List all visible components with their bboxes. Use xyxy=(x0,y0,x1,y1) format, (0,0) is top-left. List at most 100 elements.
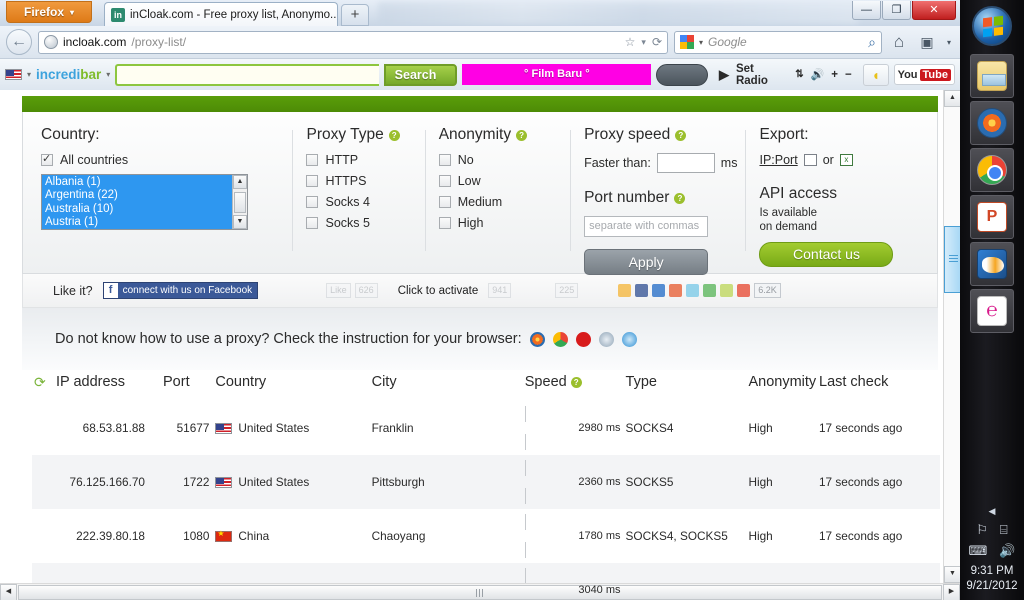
vertical-scrollbar-thumb[interactable] xyxy=(944,226,961,293)
scroll-down-icon[interactable]: ▼ xyxy=(233,215,247,229)
checkbox[interactable] xyxy=(306,154,319,166)
incredibar-pill-button[interactable] xyxy=(656,63,708,86)
share-icon-lime[interactable] xyxy=(720,284,734,297)
excel-export-icon[interactable]: x xyxy=(839,154,853,166)
contact-us-button[interactable]: Contact us xyxy=(759,242,894,267)
help-icon[interactable]: ? xyxy=(388,129,400,141)
checkbox[interactable] xyxy=(438,196,451,208)
scroll-down-icon[interactable]: ▼ xyxy=(944,566,961,583)
taskbar-item-powerpoint[interactable]: P xyxy=(970,195,1014,239)
share-icon-orange[interactable] xyxy=(618,284,632,297)
taskbar-item-internet-tool[interactable]: ℮ xyxy=(970,289,1014,333)
list-item[interactable]: Australia (10) xyxy=(45,203,247,216)
anonymity-option-medium[interactable]: Medium xyxy=(438,195,570,209)
play-icon[interactable]: ▶ xyxy=(719,67,729,83)
share-icon-crimson[interactable] xyxy=(737,284,751,297)
help-icon[interactable]: ? xyxy=(674,192,686,204)
scrollbar-thumb[interactable] xyxy=(234,192,246,213)
bookmarks-icon[interactable]: ▣ xyxy=(916,34,938,51)
checkbox[interactable] xyxy=(438,175,451,187)
start-orb-icon[interactable] xyxy=(972,6,1012,46)
port-number-input[interactable]: separate with commas xyxy=(584,216,709,237)
taskbar-item-firefox[interactable] xyxy=(970,101,1014,145)
firefox-icon[interactable] xyxy=(529,331,545,347)
all-countries-checkbox[interactable] xyxy=(41,152,53,166)
checkbox[interactable] xyxy=(438,217,451,229)
scroll-left-icon[interactable]: ◀ xyxy=(0,583,17,600)
close-button[interactable]: ✕ xyxy=(912,1,956,20)
share-icon-green[interactable] xyxy=(703,284,717,297)
set-radio-label[interactable]: Set Radio xyxy=(736,63,788,87)
tray-expand-icon[interactable]: ◀ xyxy=(960,506,1024,517)
country-listbox-scrollbar[interactable]: ▲ ▼ xyxy=(232,175,247,229)
facebook-share-icon[interactable] xyxy=(635,284,649,297)
taskbar-item-media-player[interactable] xyxy=(970,242,1014,286)
column-header-city[interactable]: City xyxy=(372,370,525,401)
country-listbox[interactable]: Albania (1) Argentina (22) Australia (10… xyxy=(41,174,248,230)
list-item[interactable]: Austria (1) xyxy=(45,216,247,229)
bookmark-star-icon[interactable]: ☆ xyxy=(625,35,636,49)
checkbox[interactable] xyxy=(306,217,319,229)
pacman-icon[interactable]: ◖ xyxy=(862,63,889,86)
reload-icon[interactable]: ⟳ xyxy=(652,35,662,49)
taskbar-item-explorer[interactable] xyxy=(970,54,1014,98)
spinner-icon[interactable]: ⇅ xyxy=(795,69,803,80)
volume-minus-button[interactable]: − xyxy=(845,69,852,81)
browser-tab-incloak[interactable]: in inCloak.com - Free proxy list, Anonym… xyxy=(104,2,338,26)
proxy-type-option-http[interactable]: HTTP xyxy=(306,153,424,167)
column-header-speed[interactable]: Speed ? xyxy=(525,370,626,401)
proxy-type-option-socks4[interactable]: Socks 4 xyxy=(306,195,424,209)
checkbox[interactable] xyxy=(306,196,319,208)
restore-button[interactable]: ❐ xyxy=(882,1,911,20)
checkbox[interactable] xyxy=(438,154,451,166)
chevron-down-icon[interactable]: ▾ xyxy=(699,38,703,47)
list-item[interactable]: Argentina (22) xyxy=(45,189,247,202)
page-horizontal-scrollbar[interactable]: ◀ ▶ xyxy=(0,583,960,600)
safari-icon[interactable] xyxy=(598,331,614,347)
action-center-flag-icon[interactable]: ⚐ xyxy=(976,522,988,538)
apply-button[interactable]: Apply xyxy=(584,249,709,275)
checkbox[interactable] xyxy=(306,175,319,187)
scroll-up-icon[interactable]: ▲ xyxy=(233,175,247,189)
external-link-icon[interactable] xyxy=(803,154,817,166)
column-header-ip[interactable]: ⟳ IP address xyxy=(32,370,163,401)
anonymity-option-high[interactable]: High xyxy=(438,216,570,230)
opera-icon[interactable] xyxy=(575,331,591,347)
taskbar-item-chrome[interactable] xyxy=(970,148,1014,192)
fb-like-button[interactable]: Like xyxy=(326,283,351,298)
minimize-button[interactable]: — xyxy=(852,1,881,20)
browser-search-box[interactable]: ▾ Google ⌕ xyxy=(674,30,882,54)
all-countries-row[interactable]: All countries xyxy=(41,152,292,167)
help-icon[interactable]: ? xyxy=(516,129,528,141)
volume-plus-button[interactable]: + xyxy=(831,69,838,81)
chevron-down-icon[interactable]: ▾ xyxy=(27,70,31,79)
column-header-last-check[interactable]: Last check xyxy=(819,370,940,401)
volume-icon[interactable]: 🔊 xyxy=(811,68,825,81)
new-tab-button[interactable]: + xyxy=(341,4,369,26)
chrome-icon[interactable] xyxy=(552,331,568,347)
horizontal-scrollbar-thumb[interactable] xyxy=(18,584,942,600)
faster-than-input[interactable] xyxy=(656,153,715,173)
chevron-down-icon[interactable]: ▾ xyxy=(106,70,110,79)
proxy-type-option-socks5[interactable]: Socks 5 xyxy=(306,216,424,230)
table-row[interactable]: 68.53.81.88 51677 United States Franklin 298… xyxy=(32,401,940,455)
column-header-country[interactable]: Country xyxy=(215,370,371,401)
click-to-activate-label[interactable]: Click to activate xyxy=(398,285,479,297)
network-icon[interactable]: ⌨ xyxy=(969,543,988,559)
clock-date[interactable]: 9/21/2012 xyxy=(960,579,1024,594)
facebook-connect-button[interactable]: f connect with us on Facebook xyxy=(102,282,259,299)
film-baru-banner[interactable]: ° Film Baru ° xyxy=(462,64,652,85)
youtube-button[interactable]: You Tube xyxy=(893,64,955,85)
refresh-icon[interactable]: ⟳ xyxy=(34,374,46,391)
page-vertical-scrollbar[interactable]: ▲ ▼ xyxy=(943,90,961,583)
scroll-up-icon[interactable]: ▲ xyxy=(944,90,961,107)
share-icon-cyan[interactable] xyxy=(686,284,700,297)
anonymity-option-no[interactable]: No xyxy=(438,153,570,167)
scroll-right-icon[interactable]: ▶ xyxy=(943,583,960,600)
share-icon-red[interactable] xyxy=(669,284,683,297)
chevron-down-icon[interactable]: ▾ xyxy=(641,37,646,48)
column-header-anonymity[interactable]: Anonymity xyxy=(748,370,819,401)
search-icon[interactable]: ⌕ xyxy=(868,34,876,51)
ie-icon[interactable] xyxy=(621,331,637,347)
help-icon[interactable]: ? xyxy=(675,129,687,141)
